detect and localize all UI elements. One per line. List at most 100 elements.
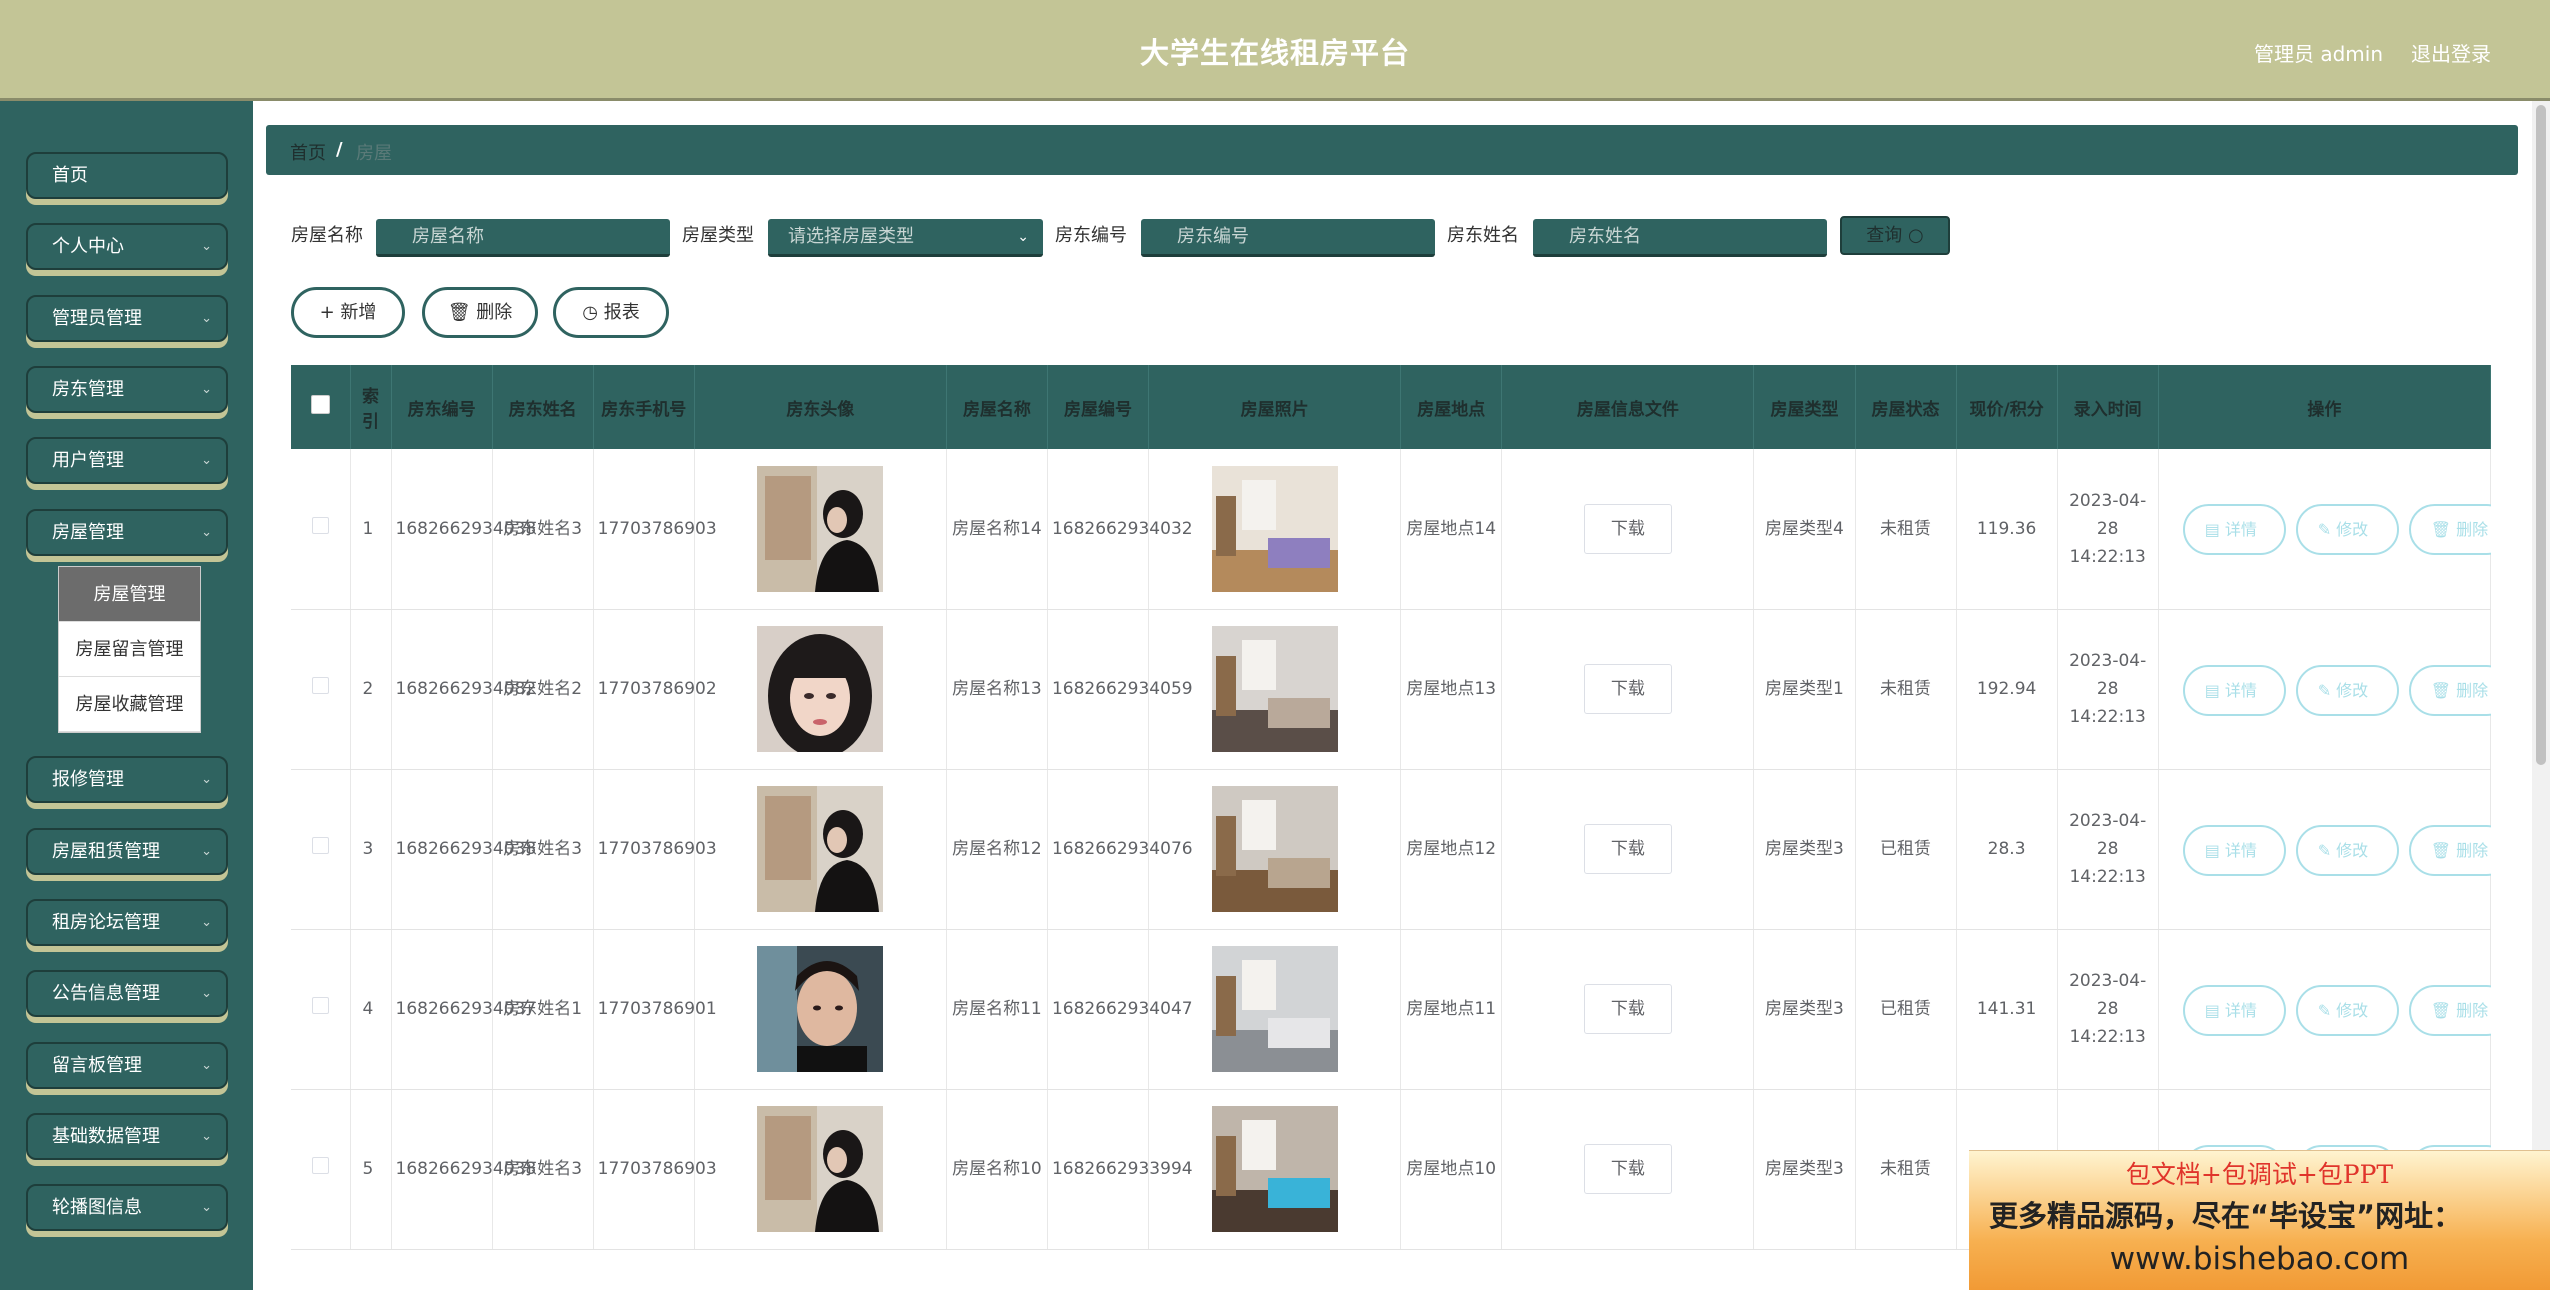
download-button[interactable]: 下载	[1583, 503, 1672, 554]
checkbox-icon[interactable]	[311, 1157, 329, 1174]
sidebar-item-personal-center[interactable]: 个人中心 ⌄	[26, 223, 228, 270]
sidebar-item-base-data-mgmt[interactable]: 基础数据管理 ⌄	[26, 1113, 228, 1160]
owner-name-input[interactable]: 房东姓名	[1533, 219, 1827, 257]
select-all-checkbox[interactable]	[291, 365, 351, 449]
column-header: 房屋名称	[946, 365, 1048, 449]
detail-button[interactable]: ▤ 详情	[2182, 984, 2286, 1036]
cell-owner-phone: 17703786902	[593, 609, 717, 770]
row-delete-button[interactable]: 🗑 删除	[2408, 824, 2491, 876]
download-button[interactable]: 下载	[1583, 824, 1672, 874]
cell-house-type: 房屋类型3	[1753, 1089, 1856, 1250]
sidebar-item-label: 首页	[52, 165, 88, 186]
breadcrumb-current: 房屋	[356, 143, 392, 164]
chevron-down-icon: ⌄	[201, 1200, 212, 1215]
sidebar-item-rental-mgmt[interactable]: 房屋租赁管理 ⌄	[26, 828, 228, 875]
cell-owner-phone: 17703786903	[593, 769, 717, 930]
sidebar-item-house-mgmt[interactable]: 房屋管理 ⌄	[26, 509, 228, 556]
sidebar-item-forum-mgmt[interactable]: 租房论坛管理 ⌄	[26, 899, 228, 946]
sidebar-item-label: 轮播图信息	[52, 1197, 142, 1218]
column-header: 房屋地点	[1400, 365, 1503, 449]
submenu-item-house-favorite[interactable]: 房屋收藏管理	[59, 677, 200, 732]
house-type-select[interactable]: 请选择房屋类型 ⌄	[768, 219, 1043, 257]
app-title: 大学生在线租房平台	[1139, 36, 1410, 70]
cell-house-type: 房屋类型3	[1753, 929, 1856, 1090]
cell-house-file: 下载	[1501, 1089, 1755, 1250]
cell-operations: ▤ 详情✎ 修改🗑 删除	[2158, 449, 2491, 610]
current-user-label: 管理员 admin	[2254, 42, 2384, 66]
sidebar-item-repair-mgmt[interactable]: 报修管理 ⌄	[26, 756, 228, 803]
delete-button[interactable]: 🗑 删除	[422, 287, 538, 338]
download-button[interactable]: 下载	[1583, 1144, 1672, 1194]
checkbox-icon[interactable]	[311, 677, 329, 694]
column-header: 房东手机号	[593, 365, 695, 449]
chevron-down-icon: ⌄	[201, 915, 212, 930]
cell-owner-avatar	[694, 769, 947, 930]
scrollbar-thumb[interactable]	[2536, 105, 2546, 765]
chevron-down-icon: ⌄	[201, 311, 212, 326]
detail-button[interactable]: ▤ 详情	[2182, 504, 2286, 555]
edit-button[interactable]: ✎ 修改	[2295, 824, 2399, 876]
download-button[interactable]: 下载	[1583, 984, 1672, 1034]
logout-link[interactable]: 退出登录	[2411, 38, 2491, 67]
chevron-down-icon: ⌄	[201, 772, 212, 787]
watermark-banner: 包文档+包调试+包PPT 更多精品源码，尽在“毕设宝”网址： www.bishe…	[1969, 1150, 2550, 1290]
row-select-cell[interactable]	[291, 1089, 351, 1250]
house-photo-image	[1211, 1106, 1338, 1232]
cell-price: 192.94	[1956, 609, 2058, 770]
row-select-cell[interactable]	[291, 609, 351, 770]
row-delete-button[interactable]: 🗑 删除	[2408, 664, 2491, 716]
sidebar-item-label: 租房论坛管理	[52, 912, 160, 933]
row-select-cell[interactable]	[291, 769, 351, 930]
house-name-input[interactable]: 房屋名称	[376, 219, 670, 257]
add-button[interactable]: + 新增	[291, 287, 405, 338]
cell-operations: ▤ 详情✎ 修改🗑 删除	[2158, 609, 2491, 770]
sidebar-item-label: 房东管理	[52, 379, 124, 400]
cell-house-status: 已租赁	[1855, 769, 1957, 930]
house-photo-image	[1211, 626, 1338, 752]
edit-button[interactable]: ✎ 修改	[2295, 984, 2399, 1036]
breadcrumb: 首页 / 房屋	[266, 125, 2518, 175]
edit-button[interactable]: ✎ 修改	[2295, 664, 2399, 716]
submenu-item-house-message[interactable]: 房屋留言管理	[59, 622, 200, 677]
report-button[interactable]: ◷ 报表	[553, 287, 669, 338]
cell-house-location: 房屋地点10	[1400, 1089, 1503, 1250]
sidebar-item-landlord-mgmt[interactable]: 房东管理 ⌄	[26, 366, 228, 413]
house-name-label: 房屋名称	[291, 225, 363, 246]
checkbox-icon[interactable]	[311, 516, 329, 534]
cell-house-status: 未租赁	[1855, 1089, 1957, 1250]
owner-code-input[interactable]: 房东编号	[1141, 219, 1435, 257]
sidebar-item-message-board-mgmt[interactable]: 留言板管理 ⌄	[26, 1042, 228, 1089]
row-delete-button[interactable]: 🗑 删除	[2408, 504, 2491, 555]
sidebar-item-label: 留言板管理	[52, 1055, 142, 1076]
row-select-cell[interactable]	[291, 449, 351, 610]
edit-button[interactable]: ✎ 修改	[2295, 504, 2399, 555]
breadcrumb-home[interactable]: 首页	[290, 139, 326, 165]
cell-house-status: 未租赁	[1855, 609, 1957, 770]
sidebar-item-carousel-info[interactable]: 轮播图信息 ⌄	[26, 1184, 228, 1231]
checkbox-icon[interactable]	[311, 997, 329, 1014]
cell-owner-code: 1682662934038	[391, 1089, 536, 1250]
row-select-cell[interactable]	[291, 929, 351, 1090]
detail-button[interactable]: ▤ 详情	[2182, 664, 2286, 716]
row-delete-button[interactable]: 🗑 删除	[2408, 984, 2491, 1036]
house-photo-image	[1211, 465, 1338, 592]
cell-house-location: 房屋地点14	[1400, 449, 1503, 610]
detail-button[interactable]: ▤ 详情	[2182, 824, 2286, 876]
sidebar-item-notice-mgmt[interactable]: 公告信息管理 ⌄	[26, 970, 228, 1017]
cell-operations: ▤ 详情✎ 修改🗑 删除	[2158, 769, 2491, 930]
cell-owner-phone: 17703786903	[593, 449, 717, 610]
checkbox-icon[interactable]	[311, 837, 329, 854]
table-header-row: 索引 房东编号 房东姓名 房东手机号 房东头像 房屋名称 房屋编号 房屋照片 房屋地点 房屋信息文…	[291, 365, 2491, 449]
cell-owner-name: 房东姓名3	[492, 449, 594, 610]
cell-owner-avatar	[694, 929, 947, 1090]
submenu-item-house[interactable]: 房屋管理	[59, 567, 200, 622]
checkbox-icon[interactable]	[310, 395, 330, 414]
column-header: 房屋状态	[1855, 365, 1957, 449]
sidebar-item-home[interactable]: 首页	[26, 152, 228, 199]
download-button[interactable]: 下载	[1583, 664, 1672, 714]
sidebar-item-admin-mgmt[interactable]: 管理员管理 ⌄	[26, 295, 228, 342]
chevron-down-icon: ⌄	[201, 453, 212, 468]
page-scrollbar[interactable]	[2532, 101, 2550, 1290]
sidebar-item-user-mgmt[interactable]: 用户管理 ⌄	[26, 437, 228, 484]
query-button[interactable]: 查询 ○	[1840, 216, 1950, 255]
